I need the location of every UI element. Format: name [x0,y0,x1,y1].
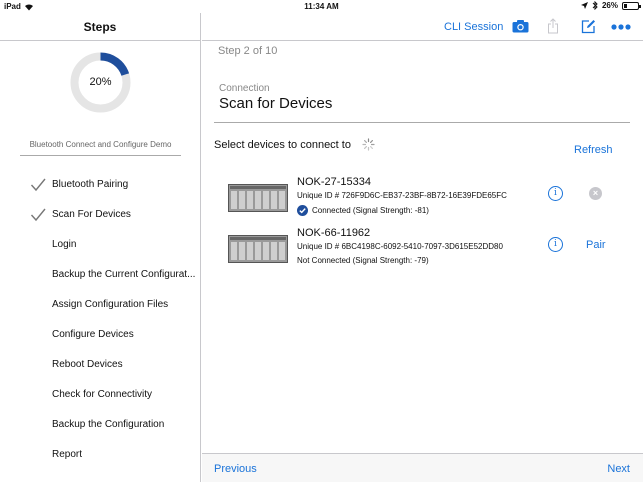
step-label: Backup the Configuration [52,419,165,430]
checkmark-icon [30,178,46,192]
step-label: Bluetooth Pairing [52,179,129,190]
step-item[interactable]: Bluetooth Pairing [0,170,201,200]
sidebar-title: Steps [0,13,200,41]
step-item[interactable]: Check for Connectivity [0,380,201,410]
compose-icon[interactable] [581,19,596,34]
device-status-text: Connected (Signal Strength: -81) [312,206,429,215]
location-icon [580,2,588,9]
status-bar: iPad 11:34 AM 26% [0,0,643,13]
select-devices-label: Select devices to connect to [214,139,351,151]
battery-percent: 26% [601,1,618,10]
info-icon[interactable]: i [548,186,563,201]
step-counter: Step 2 of 10 [218,45,278,57]
spinner-icon [362,138,375,151]
step-label: Scan For Devices [52,209,131,220]
step-item[interactable]: Backup the Configuration [0,410,201,440]
step-label: Backup the Current Configurat... [52,269,196,280]
device-uid: Unique ID # 6BC4198C-6092-5410-7097-3D61… [297,242,503,251]
device-name: NOK-27-15334 [297,176,371,188]
battery-icon [622,1,641,10]
step-label: Reboot Devices [52,359,123,370]
status-time: 11:34 AM [304,2,339,11]
previous-button[interactable]: Previous [214,463,257,475]
progress-percent: 20% [89,76,112,88]
bluetooth-icon [592,1,598,10]
toolbar: CLI Session [202,13,643,41]
step-label: Login [52,239,77,250]
camera-icon[interactable] [512,19,529,33]
step-item[interactable]: Reboot Devices [0,350,201,380]
main-panel: CLI Session Step 2 of 10 Connection Scan… [202,13,643,482]
step-label: Configure Devices [52,329,134,340]
demo-title: Bluetooth Connect and Configure Demo [20,140,181,156]
step-item[interactable]: Scan For Devices [0,200,201,230]
step-label: Report [52,449,83,460]
step-item[interactable]: Report [0,440,201,470]
device-status-text: Not Connected (Signal Strength: -79) [297,256,429,265]
footer-bar: Previous Next [202,453,643,482]
steps-list: Bluetooth Pairing Scan For Devices Login Ba… [0,170,201,470]
pair-button[interactable]: Pair [586,239,606,251]
step-item[interactable]: Assign Configuration Files [0,290,201,320]
device-row[interactable]: NOK-66-11962 Unique ID # 6BC4198C-6092-5… [202,227,643,279]
step-label: Check for Connectivity [52,389,153,400]
cli-session-button[interactable]: CLI Session [444,21,503,33]
sidebar: Steps 20% Bluetooth Connect and Configur… [0,13,201,482]
step-item[interactable]: Backup the Current Configurat... [0,260,201,290]
status-right: 26% [580,1,641,10]
step-label: Assign Configuration Files [52,299,169,310]
step-item[interactable]: Configure Devices [0,320,201,350]
step-item[interactable]: Login [0,230,201,260]
checkmark-icon [30,208,46,222]
section-label: Connection [219,83,270,94]
checkmark-circle-icon [297,205,308,216]
device-row[interactable]: NOK-27-15334 Unique ID # 726F9D6C-EB37-2… [202,176,643,228]
device-image [228,184,288,212]
refresh-button[interactable]: Refresh [574,144,613,156]
disconnect-icon[interactable]: × [589,187,602,200]
section-title: Scan for Devices [219,95,333,112]
device-uid: Unique ID # 726F9D6C-EB37-23BF-8B72-16E3… [297,191,507,200]
device-status: Connected (Signal Strength: -81) [297,205,429,216]
progress-ring: 20% [69,51,132,114]
next-button[interactable]: Next [607,463,630,475]
device-image [228,235,288,263]
section-divider [214,122,630,123]
info-icon[interactable]: i [548,237,563,252]
share-icon[interactable] [547,18,559,34]
device-name: NOK-66-11962 [297,227,371,239]
device-status: Not Connected (Signal Strength: -79) [297,256,429,265]
more-icon[interactable] [611,24,631,30]
